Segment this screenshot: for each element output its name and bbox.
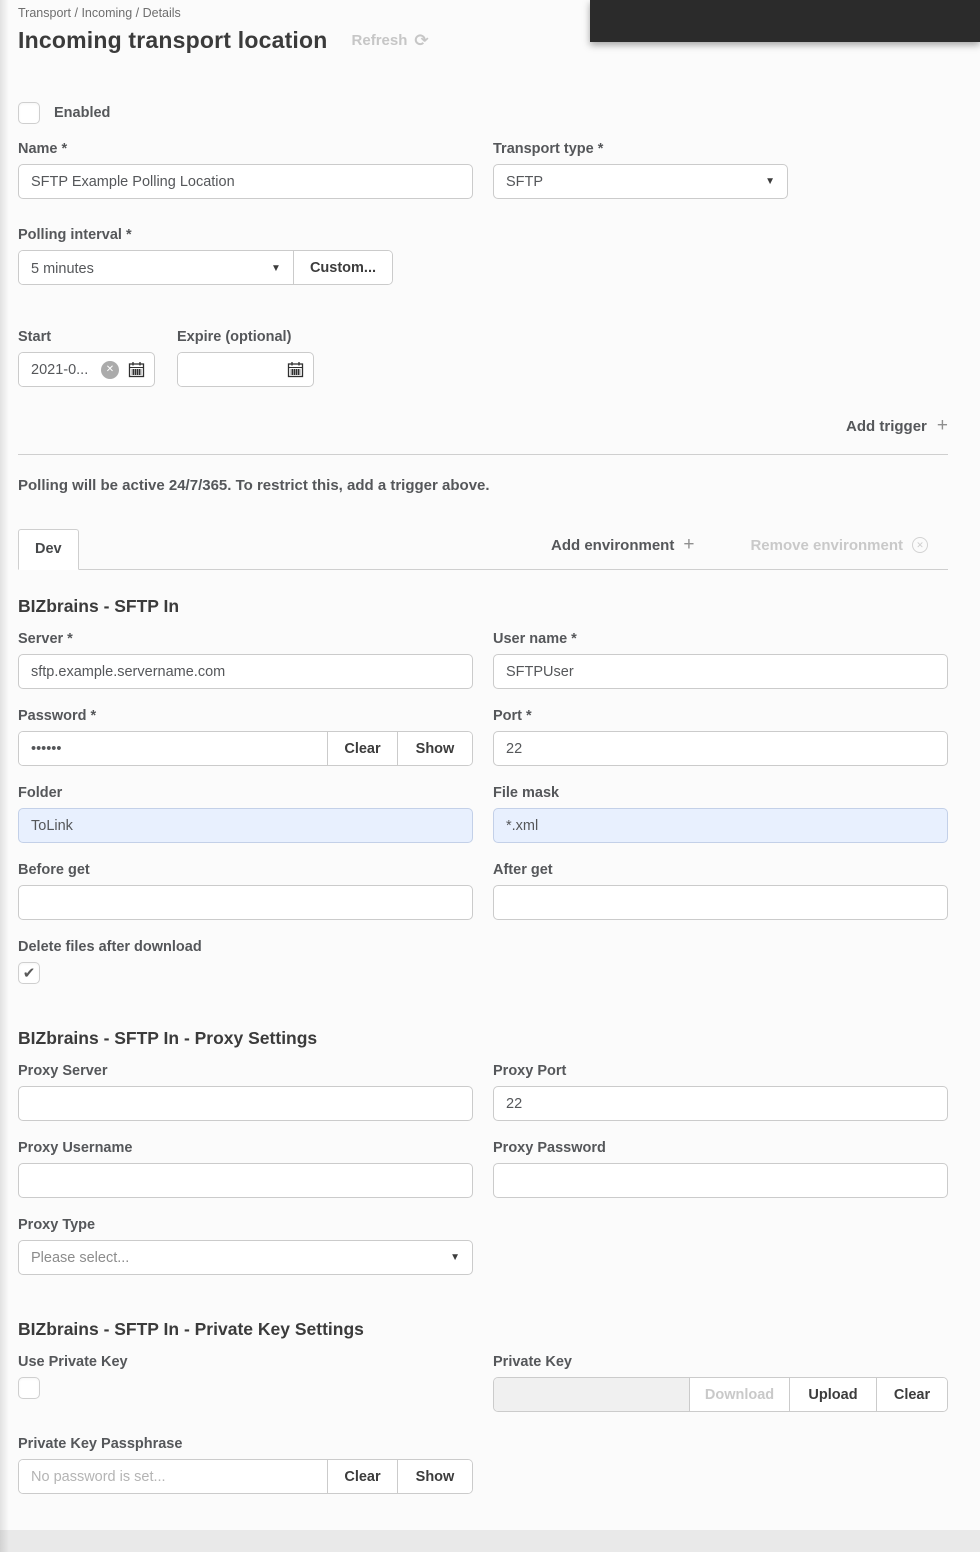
use-private-key-label: Use Private Key [18, 1354, 128, 1370]
incoming-transport-page: Transport / Incoming / Details Incoming … [0, 0, 980, 1552]
proxy-server-label: Proxy Server [18, 1063, 108, 1079]
name-label: Name * [18, 141, 68, 157]
password-field: Clear Show [18, 731, 473, 766]
proxy-username-label: Proxy Username [18, 1140, 133, 1156]
start-date-input[interactable] [19, 353, 101, 386]
section-divider [18, 454, 948, 455]
circle-x-icon: ✕ [912, 537, 928, 553]
port-input[interactable] [493, 731, 948, 766]
private-key-field: Download Upload Clear [493, 1377, 948, 1412]
port-label: Port * [493, 708, 532, 724]
polling-interval-label: Polling interval * [18, 227, 132, 243]
enabled-label: Enabled [54, 105, 111, 121]
password-clear-button[interactable]: Clear [327, 732, 397, 765]
add-trigger-button[interactable]: Add trigger + [18, 415, 948, 437]
checkmark-icon: ✔ [22, 964, 36, 982]
file-mask-label: File mask [493, 785, 560, 801]
folder-label: Folder [18, 785, 63, 801]
proxy-username-input[interactable] [18, 1163, 473, 1198]
passphrase-clear-button[interactable]: Clear [327, 1460, 397, 1493]
refresh-label: Refresh [351, 32, 408, 49]
passphrase-show-button[interactable]: Show [397, 1460, 472, 1493]
calendar-icon[interactable] [287, 361, 304, 378]
refresh-button[interactable]: Refresh ⟳ [352, 31, 429, 51]
file-mask-input[interactable] [493, 808, 948, 843]
delete-files-label: Delete files after download [18, 939, 202, 955]
password-show-button[interactable]: Show [397, 732, 472, 765]
server-label: Server * [18, 631, 73, 647]
proxy-password-input[interactable] [493, 1163, 948, 1198]
name-input[interactable] [18, 164, 473, 199]
private-key-upload-button[interactable]: Upload [789, 1378, 876, 1411]
expire-date-input[interactable] [178, 353, 287, 386]
after-get-label: After get [493, 862, 553, 878]
redacted-topbar [590, 0, 980, 42]
private-key-section-heading: BIZbrains - SFTP In - Private Key Settin… [18, 1319, 364, 1339]
clear-date-icon[interactable]: ✕ [101, 360, 119, 379]
refresh-icon: ⟳ [414, 30, 429, 50]
chevron-down-icon: ▼ [765, 176, 775, 187]
proxy-type-value: Please select... [31, 1249, 130, 1266]
remove-environment-button[interactable]: Remove environment ✕ [750, 537, 928, 554]
passphrase-field: Clear Show [18, 1459, 473, 1494]
calendar-icon[interactable] [128, 361, 145, 378]
private-key-download-button[interactable]: Download [689, 1378, 789, 1411]
proxy-port-label: Proxy Port [493, 1063, 567, 1079]
passphrase-input[interactable] [19, 1460, 327, 1493]
passphrase-label: Private Key Passphrase [18, 1436, 183, 1452]
environment-tabs: Dev Add environment + Remove environment… [18, 529, 948, 570]
after-get-input[interactable] [493, 885, 948, 920]
enabled-checkbox[interactable] [18, 102, 40, 124]
folder-input[interactable] [18, 808, 473, 843]
transport-type-select[interactable]: SFTP ▼ [493, 164, 788, 199]
tab-dev[interactable]: Dev [18, 529, 79, 570]
remove-environment-label: Remove environment [750, 536, 903, 554]
polling-note: Polling will be active 24/7/365. To rest… [18, 477, 490, 494]
transport-type-value: SFTP [506, 173, 544, 190]
username-label: User name * [493, 631, 577, 647]
page-title: Incoming transport location [18, 27, 328, 53]
start-label: Start [18, 329, 52, 345]
add-environment-label: Add environment [551, 536, 675, 554]
username-input[interactable] [493, 654, 948, 689]
chevron-down-icon: ▼ [450, 1252, 460, 1263]
private-key-file-input [494, 1378, 689, 1411]
sftp-section-heading: BIZbrains - SFTP In [18, 596, 180, 616]
polling-interval-value: 5 minutes [31, 260, 94, 277]
proxy-type-label: Proxy Type [18, 1217, 96, 1233]
plus-icon: + [683, 534, 695, 555]
add-trigger-label: Add trigger [846, 417, 927, 435]
start-date-field[interactable]: ✕ [18, 352, 155, 387]
private-key-clear-button[interactable]: Clear [876, 1378, 947, 1411]
delete-files-checkbox[interactable]: ✔ [18, 962, 40, 984]
plus-icon: + [936, 415, 948, 436]
use-private-key-checkbox[interactable] [18, 1377, 40, 1399]
proxy-server-input[interactable] [18, 1086, 473, 1121]
proxy-port-input[interactable] [493, 1086, 948, 1121]
before-get-input[interactable] [18, 885, 473, 920]
chevron-down-icon: ▼ [271, 263, 281, 274]
proxy-password-label: Proxy Password [493, 1140, 606, 1156]
custom-interval-button[interactable]: Custom... [292, 251, 392, 284]
password-input[interactable] [19, 732, 327, 765]
footer-bar [0, 1530, 980, 1552]
password-label: Password * [18, 708, 97, 724]
expire-date-field[interactable] [177, 352, 314, 387]
before-get-label: Before get [18, 862, 90, 878]
polling-interval-select[interactable]: 5 minutes ▼ [19, 251, 293, 284]
transport-type-label: Transport type * [493, 141, 604, 157]
proxy-section-heading: BIZbrains - SFTP In - Proxy Settings [18, 1028, 318, 1048]
proxy-type-select[interactable]: Please select... ▼ [18, 1240, 473, 1275]
private-key-label: Private Key [493, 1354, 572, 1370]
server-input[interactable] [18, 654, 473, 689]
expire-label: Expire (optional) [177, 329, 292, 345]
add-environment-button[interactable]: Add environment + [551, 534, 694, 556]
